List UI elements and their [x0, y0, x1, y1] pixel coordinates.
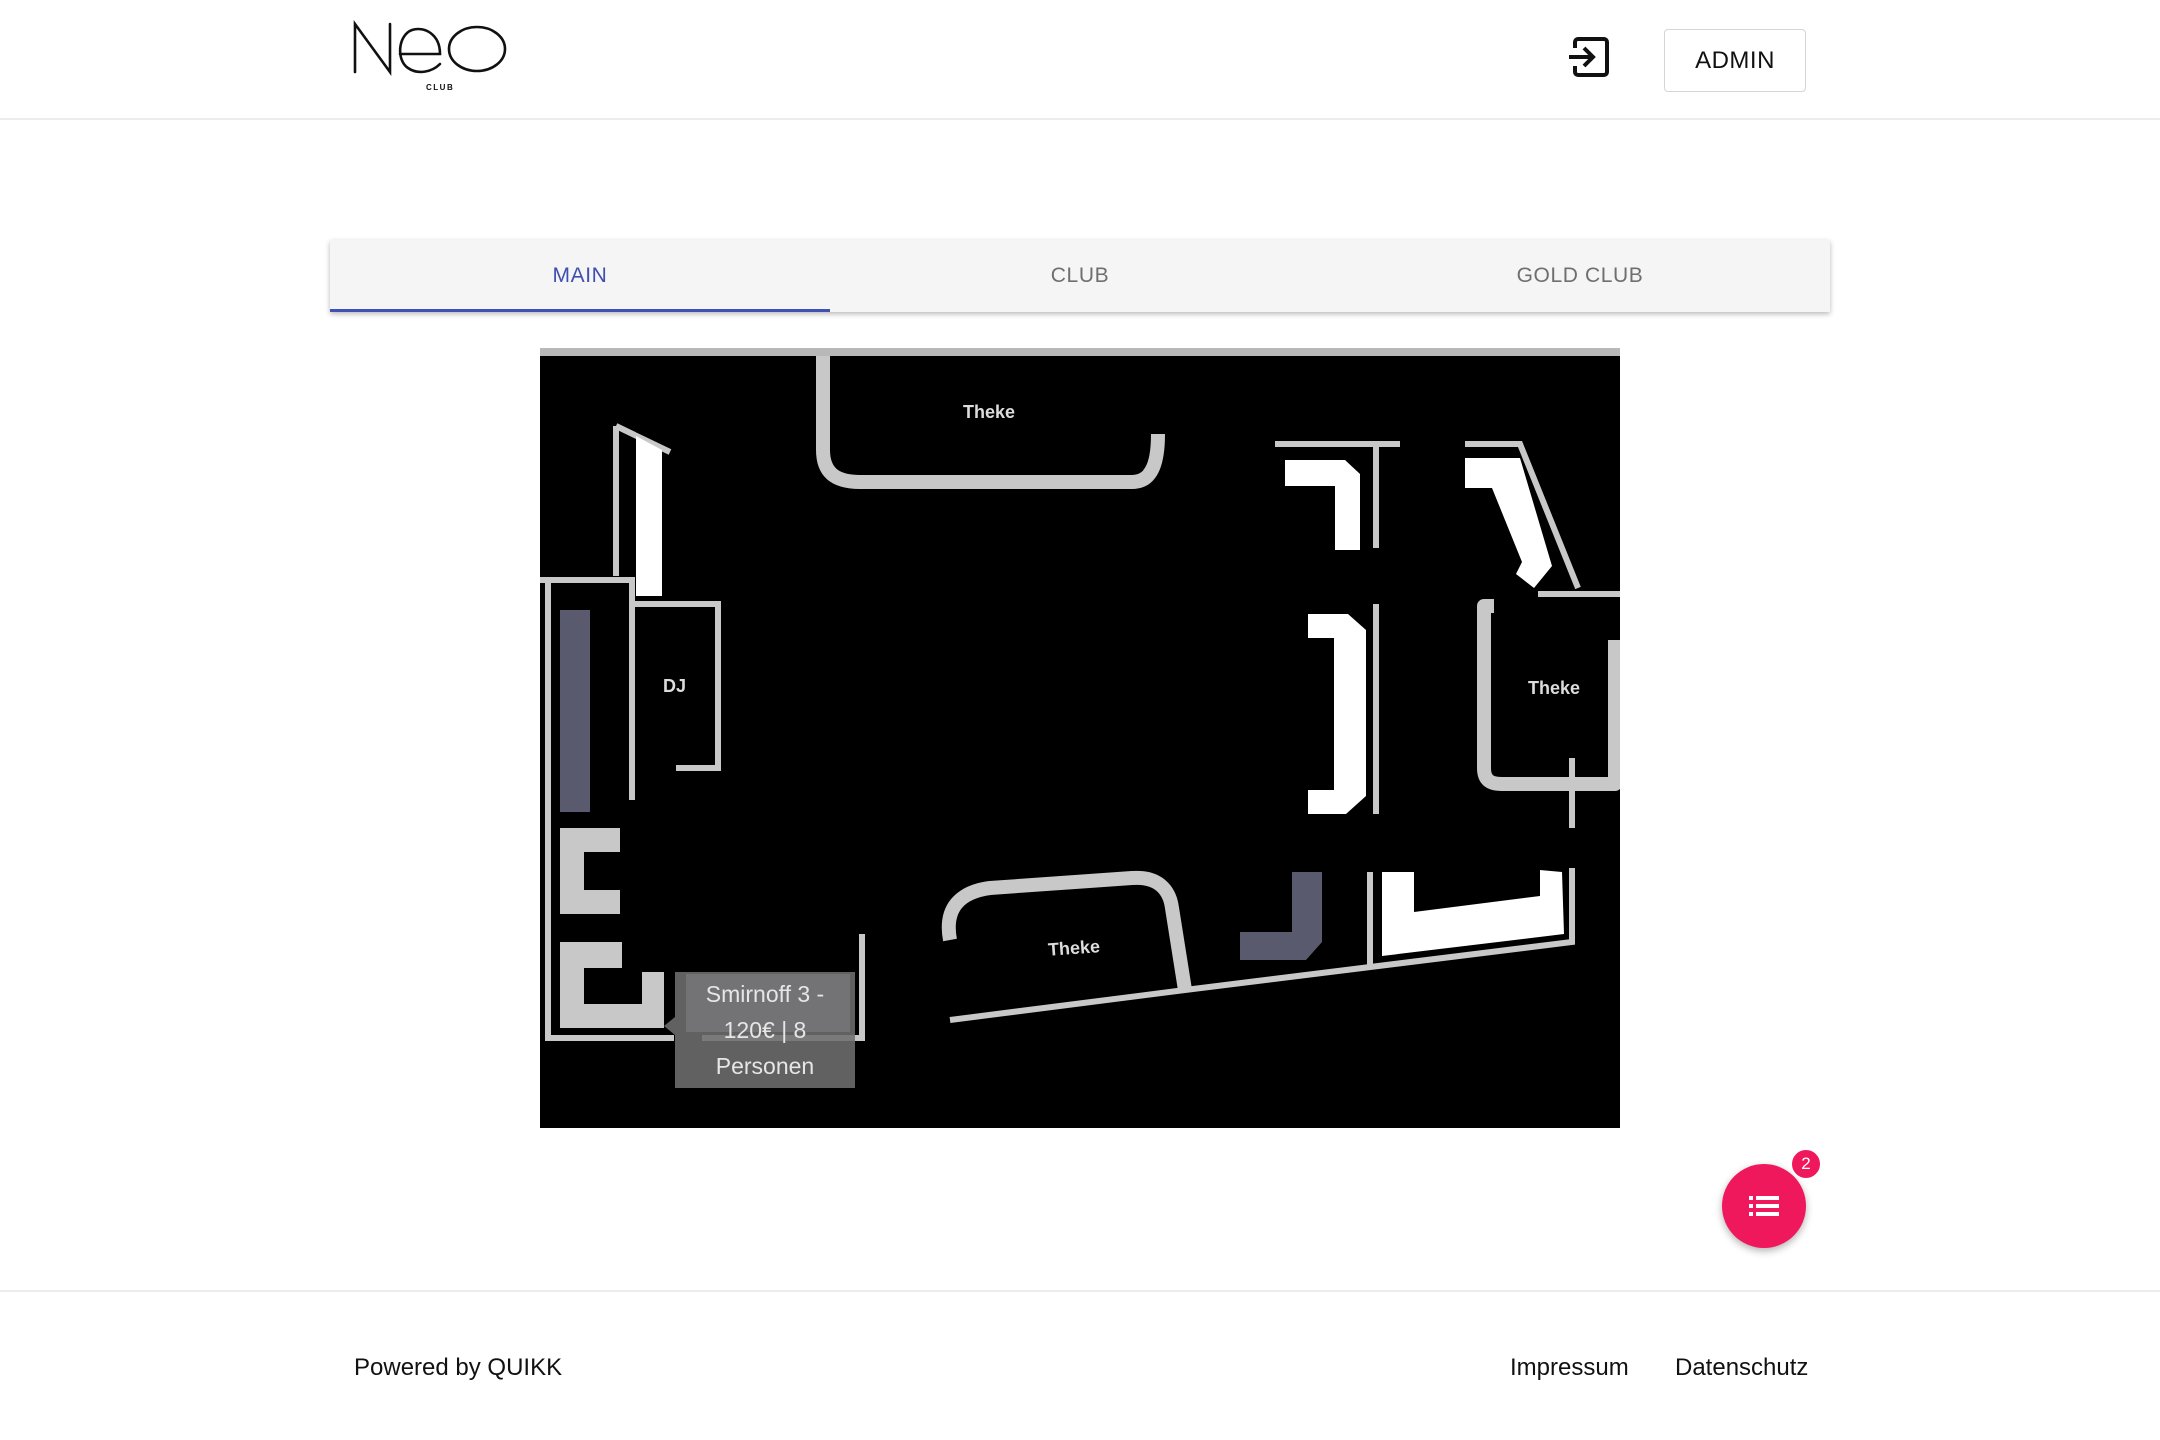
tab-main[interactable]: MAIN [330, 240, 830, 312]
table-vip-3[interactable] [1308, 614, 1366, 814]
tooltip-text: Smirnoff 3 - 120€ | 8 Personen [705, 981, 825, 1079]
reservation-count-badge: 2 [1790, 1148, 1822, 1180]
powered-by-text: Powered by QUIKK [354, 1354, 563, 1381]
bar-bottom-counter [941, 870, 1192, 992]
logo-subtext: CLUB [426, 83, 454, 92]
table-reserved-right[interactable] [1240, 872, 1322, 960]
table-lounge-2[interactable] [560, 942, 664, 1028]
table-vip-2[interactable] [1465, 458, 1552, 588]
floor-plan: Theke DJ Theke Theke Smirnoff 3 - 120€ |… [540, 348, 1620, 1128]
label-bar-right: Theke [1528, 678, 1581, 698]
tab-gold-club[interactable]: GOLD CLUB [1330, 240, 1830, 312]
list-icon [1749, 1196, 1779, 1216]
admin-button[interactable]: ADMIN [1664, 29, 1806, 92]
logo-graphic: CLUB [353, 20, 507, 92]
login-icon[interactable] [1566, 34, 1612, 80]
plan-top-wall [540, 348, 1620, 356]
label-bar-bottom: Theke [1047, 936, 1101, 960]
table-tooltip: Smirnoff 3 - 120€ | 8 Personen [675, 972, 855, 1088]
footer: Powered by QUIKK Impressum Datenschutz [0, 1290, 2160, 1440]
table-reserved-left[interactable] [560, 610, 590, 812]
neo-club-logo[interactable]: CLUB [352, 20, 510, 94]
table-partition-left[interactable] [636, 436, 662, 596]
impressum-link[interactable]: Impressum [1510, 1354, 1629, 1382]
table-vip-1[interactable] [1285, 460, 1360, 550]
label-bar-top: Theke [963, 402, 1016, 422]
tab-club[interactable]: CLUB [830, 240, 1330, 312]
table-vip-4[interactable] [1382, 870, 1564, 956]
table-lounge-1[interactable] [560, 828, 620, 914]
datenschutz-link[interactable]: Datenschutz [1675, 1354, 1808, 1382]
reservation-list-button[interactable] [1722, 1164, 1806, 1248]
header: CLUB ADMIN [0, 0, 2160, 120]
tooltip-arrow [664, 1017, 675, 1035]
label-dj: DJ [663, 676, 687, 696]
area-tabs: MAIN CLUB GOLD CLUB [330, 240, 1830, 312]
